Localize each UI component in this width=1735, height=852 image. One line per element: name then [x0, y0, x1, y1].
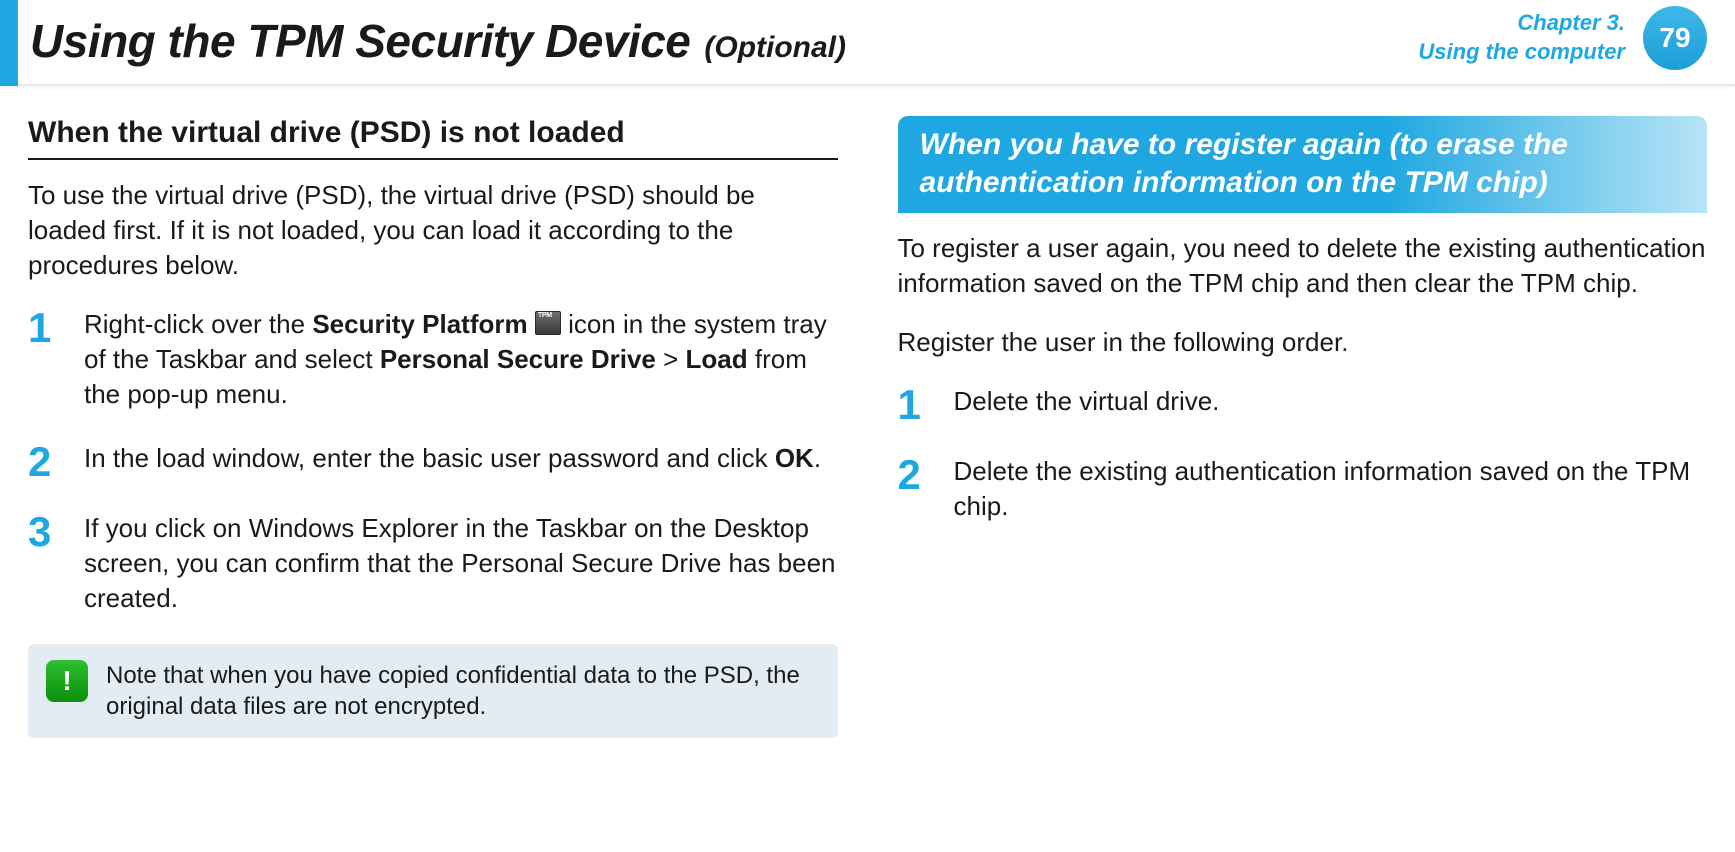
chapter-line-2: Using the computer: [1418, 38, 1625, 67]
bold-text: OK: [775, 443, 814, 473]
text-fragment: Right-click over the: [84, 309, 312, 339]
info-alert: ! Note that when you have copied confide…: [28, 644, 838, 738]
bold-text: Load: [686, 344, 748, 374]
tpm-icon: [535, 311, 561, 335]
content-area: When the virtual drive (PSD) is not load…: [0, 86, 1735, 738]
right-heading: When you have to register again (to eras…: [898, 116, 1708, 213]
step-number: 3: [28, 511, 72, 616]
chapter-line-1: Chapter 3.: [1418, 9, 1625, 38]
bold-text: Security Platform: [312, 309, 527, 339]
step-text: In the load window, enter the basic user…: [84, 441, 838, 483]
chapter-label: Chapter 3. Using the computer: [1418, 9, 1625, 66]
alert-icon: !: [46, 660, 88, 702]
text-fragment: >: [656, 344, 686, 374]
right-step-2: 2 Delete the existing authentication inf…: [898, 454, 1708, 524]
step-number: 1: [898, 384, 942, 426]
left-step-3: 3 If you click on Windows Explorer in th…: [28, 511, 838, 616]
left-intro-paragraph: To use the virtual drive (PSD), the virt…: [28, 178, 838, 283]
left-step-2: 2 In the load window, enter the basic us…: [28, 441, 838, 483]
right-paragraph-2: Register the user in the following order…: [898, 325, 1708, 360]
step-text: If you click on Windows Explorer in the …: [84, 511, 838, 616]
step-text: Right-click over the Security Platform i…: [84, 307, 838, 412]
right-step-1: 1 Delete the virtual drive.: [898, 384, 1708, 426]
page-header: Using the TPM Security Device (Optional)…: [0, 0, 1735, 86]
header-accent: [0, 0, 18, 86]
left-heading: When the virtual drive (PSD) is not load…: [28, 116, 838, 160]
step-number: 1: [28, 307, 72, 412]
step-number: 2: [898, 454, 942, 524]
bold-text: Personal Secure Drive: [380, 344, 656, 374]
page-title-optional: (Optional): [704, 31, 846, 65]
text-fragment: In the load window, enter the basic user…: [84, 443, 775, 473]
left-column: When the virtual drive (PSD) is not load…: [28, 116, 838, 738]
left-step-1: 1 Right-click over the Security Platform…: [28, 307, 838, 412]
right-column: When you have to register again (to eras…: [898, 116, 1708, 738]
text-fragment: .: [814, 443, 821, 473]
page-number-badge: 79: [1643, 6, 1707, 70]
header-right-group: Chapter 3. Using the computer 79: [1418, 6, 1707, 70]
page-title: Using the TPM Security Device: [30, 14, 690, 68]
step-number: 2: [28, 441, 72, 483]
step-text: Delete the existing authentication infor…: [954, 454, 1708, 524]
right-paragraph-1: To register a user again, you need to de…: [898, 231, 1708, 301]
step-text: Delete the virtual drive.: [954, 384, 1708, 426]
alert-text: Note that when you have copied confident…: [106, 660, 820, 722]
